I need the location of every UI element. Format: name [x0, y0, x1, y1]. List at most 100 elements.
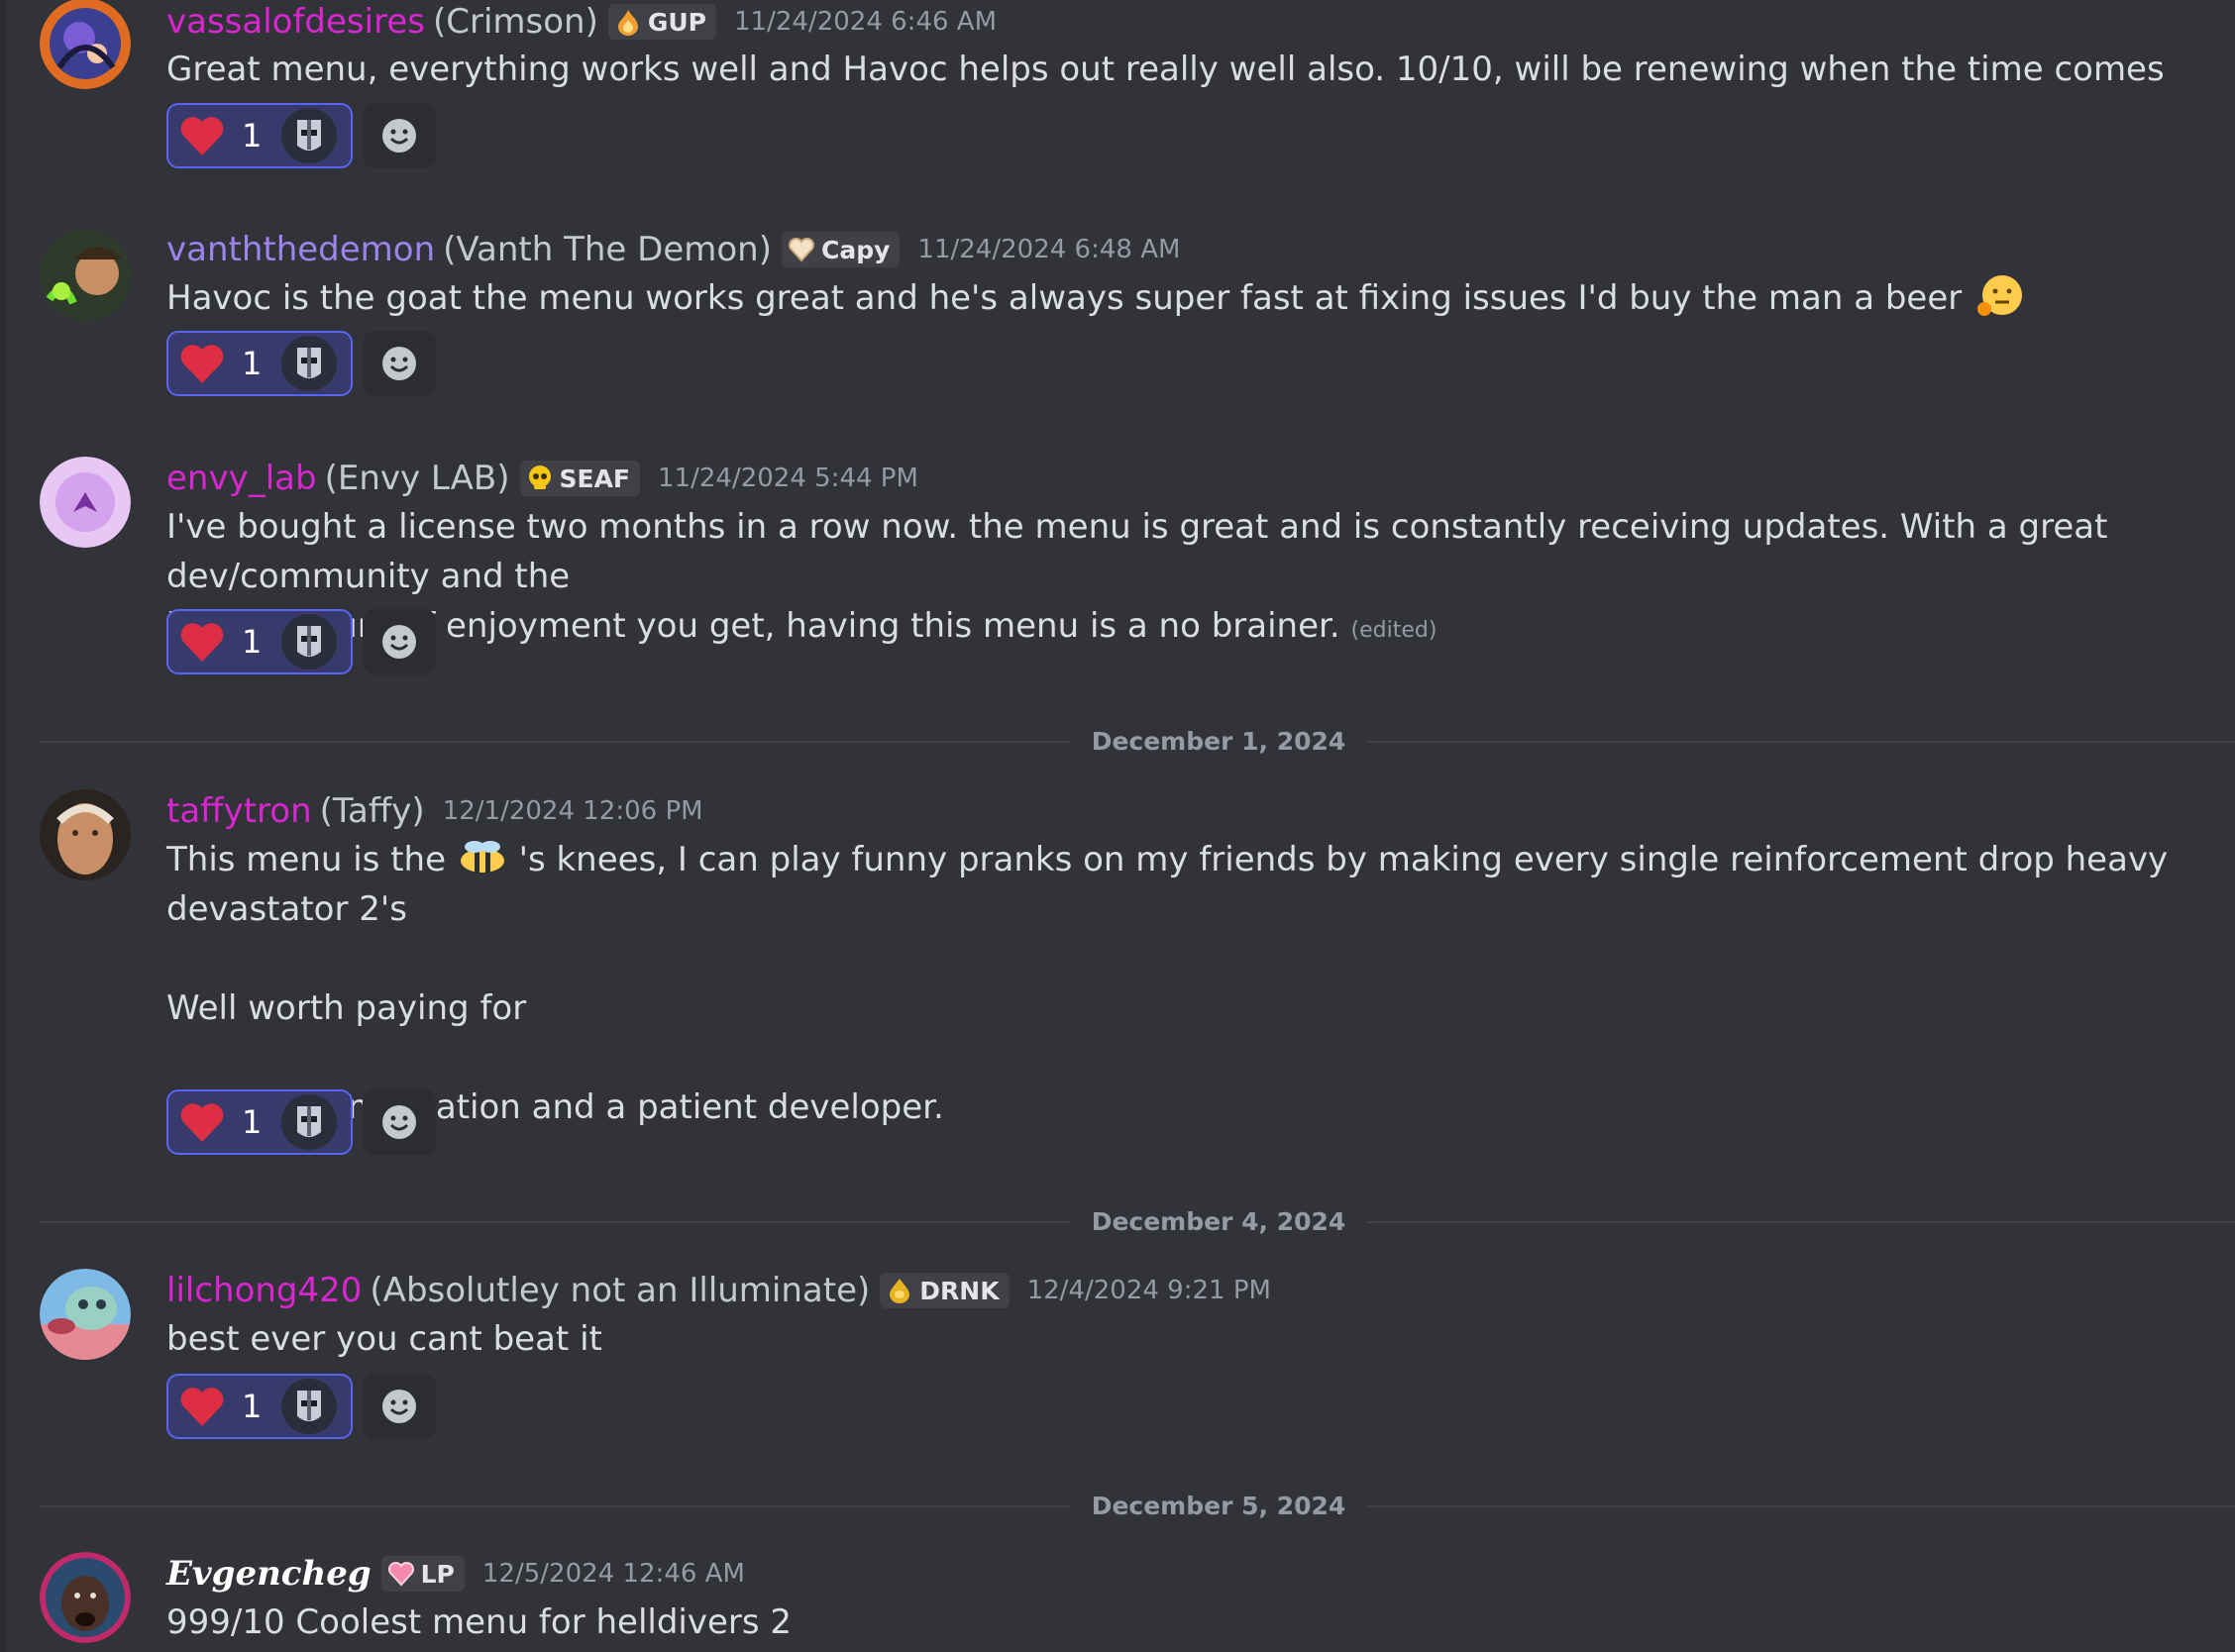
username[interactable]: lilchong420 [166, 1271, 362, 1310]
heart-icon [178, 1385, 226, 1428]
timestamp[interactable]: 12/1/2024 12:06 PM [443, 796, 703, 826]
message-content: best ever you cant beat it [166, 1314, 2235, 1364]
username[interactable]: envy_lab [166, 459, 317, 498]
face-holding-back-icon [1972, 273, 2024, 317]
server-tag[interactable]: GUP [607, 4, 717, 40]
message-item: envy_lab (Envy LAB) SEAF 11/24/2024 5:44… [0, 457, 2235, 684]
avatar[interactable] [40, 0, 131, 89]
bee-icon [457, 835, 508, 878]
reactor-avatar [279, 1092, 339, 1152]
message-text: This menu is the 's knees, I can play fu… [166, 835, 2235, 934]
reaction-count: 1 [242, 345, 263, 382]
reaction-count: 1 [242, 117, 263, 155]
message-item: vassalofdesires (Crimson) GUP 11/24/2024… [0, 0, 2235, 178]
avatar[interactable] [40, 789, 131, 880]
chat-channel: vassalofdesires (Crimson) GUP 11/24/2024… [0, 0, 2235, 1652]
reaction-bar: 1 [166, 609, 436, 674]
heart-reaction[interactable]: 1 [166, 1374, 353, 1439]
add-reaction-button[interactable] [363, 1089, 436, 1155]
reaction-count: 1 [242, 1103, 263, 1141]
message-text: Good documentation and a patient develop… [166, 1087, 944, 1127]
add-reaction-button[interactable] [363, 103, 436, 168]
divider-date: December 1, 2024 [1070, 727, 1367, 757]
message-item: Evgencheg LP 12/5/2024 12:46 AM 999/10 C… [0, 1552, 2235, 1652]
message-header: taffytron (Taffy) 12/1/2024 12:06 PM [166, 789, 703, 833]
timestamp[interactable]: 12/4/2024 9:21 PM [1027, 1276, 1271, 1305]
message-text [166, 934, 2235, 983]
skull-icon [526, 465, 554, 492]
date-divider: December 4, 2024 [40, 1207, 2235, 1237]
message-text-span: Havoc is the goat the menu works great a… [166, 278, 1963, 318]
server-tag[interactable]: Capy [782, 232, 901, 267]
flame-icon [614, 8, 642, 36]
drop-icon [886, 1277, 913, 1304]
server-tag[interactable]: SEAF [519, 461, 641, 496]
message-content: This menu is the 's knees, I can play fu… [166, 835, 2235, 1132]
date-divider: December 1, 2024 [40, 727, 2235, 757]
heart-icon [178, 620, 226, 664]
message-item: lilchong420 (Absolutley not an Illuminat… [0, 1269, 2235, 1447]
add-reaction-button[interactable] [363, 609, 436, 674]
tag-label: DRNK [919, 1276, 1000, 1305]
username[interactable]: vanththedemon [166, 230, 435, 269]
nickname: (Envy LAB) [324, 459, 510, 498]
timestamp[interactable]: 11/24/2024 5:44 PM [658, 464, 918, 493]
edited-marker: (edited) [1350, 618, 1437, 643]
avatar[interactable] [40, 457, 131, 548]
avatar[interactable] [40, 230, 131, 321]
divider-date: December 4, 2024 [1070, 1207, 1367, 1237]
message-header: envy_lab (Envy LAB) SEAF 11/24/2024 5:44… [166, 457, 918, 500]
message-text: 999/10 Coolest menu for helldivers 2 [166, 1602, 793, 1642]
message-content: Havoc is the goat the menu works great a… [166, 273, 2235, 323]
avatar[interactable] [40, 1552, 131, 1643]
heart-icon [178, 342, 226, 385]
heart-reaction[interactable]: 1 [166, 609, 353, 674]
divider-date: December 5, 2024 [1070, 1492, 1367, 1521]
username[interactable]: Evgencheg [166, 1554, 372, 1594]
timestamp[interactable]: 12/5/2024 12:46 AM [482, 1559, 745, 1589]
message-text: Great menu, everything works well and Ha… [166, 50, 2165, 89]
username[interactable]: vassalofdesires [166, 2, 425, 42]
heart-reaction[interactable]: 1 [166, 331, 353, 396]
reactor-avatar [279, 612, 339, 671]
username[interactable]: taffytron [166, 791, 312, 831]
heart-badge-icon [788, 236, 815, 263]
pink-heart-icon [387, 1560, 415, 1588]
add-reaction-button[interactable] [363, 331, 436, 396]
tag-label: GUP [647, 7, 707, 37]
tag-label: LP [420, 1559, 455, 1589]
message-text: I've bought a license two months in a ro… [166, 507, 2108, 596]
timestamp[interactable]: 11/24/2024 6:46 AM [734, 7, 997, 37]
tag-label: SEAF [559, 464, 631, 493]
reactor-avatar [279, 106, 339, 165]
message-content: Great menu, everything works well and Ha… [166, 45, 2235, 94]
nickname: (Crimson) [432, 2, 598, 42]
message-text [166, 1033, 2235, 1083]
message-header: Evgencheg LP 12/5/2024 12:46 AM [166, 1552, 745, 1596]
message-text: Havoc is the goat the menu works great a… [166, 273, 2235, 323]
reaction-bar: 1 [166, 1374, 436, 1439]
server-tag[interactable]: LP [380, 1556, 465, 1592]
server-tag[interactable]: DRNK [880, 1273, 1010, 1308]
nickname: (Absolutley not an Illuminate) [370, 1271, 871, 1310]
heart-reaction[interactable]: 1 [166, 103, 353, 168]
add-reaction-button[interactable] [363, 1374, 436, 1439]
date-divider: December 5, 2024 [40, 1492, 2235, 1521]
reaction-bar: 1 [166, 331, 436, 396]
message-content: I've bought a license two months in a ro… [166, 502, 2235, 656]
smiley-icon [382, 119, 416, 153]
message-header: vanththedemon (Vanth The Demon) Capy 11/… [166, 228, 1180, 271]
smiley-icon [382, 347, 416, 380]
message-item: vanththedemon (Vanth The Demon) Capy 11/… [0, 228, 2235, 406]
smiley-icon [382, 1390, 416, 1423]
reaction-count: 1 [242, 1388, 263, 1425]
avatar[interactable] [40, 1269, 131, 1360]
nickname: (Vanth The Demon) [443, 230, 772, 269]
heart-reaction[interactable]: 1 [166, 1089, 353, 1155]
smiley-icon [382, 1105, 416, 1139]
smiley-icon [382, 625, 416, 659]
timestamp[interactable]: 11/24/2024 6:48 AM [917, 235, 1180, 264]
message-text: Well worth paying for [166, 988, 527, 1028]
reaction-count: 1 [242, 623, 263, 661]
reaction-bar: 1 [166, 1089, 436, 1155]
